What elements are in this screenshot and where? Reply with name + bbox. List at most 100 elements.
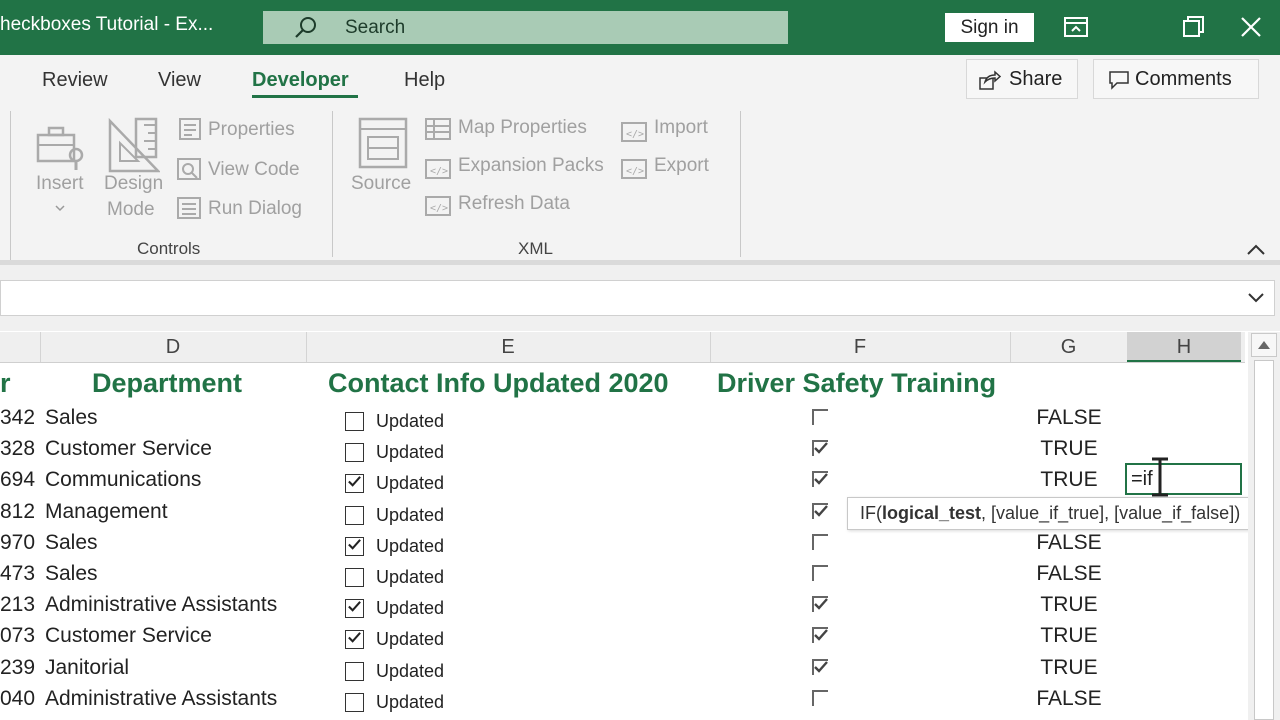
row-3-department[interactable]: Communications	[45, 468, 201, 492]
row-8-number[interactable]: 073	[0, 624, 35, 648]
row-4-number[interactable]: 812	[0, 500, 35, 524]
import-button[interactable]: Import	[654, 117, 708, 139]
contact-updated-label[interactable]: Updated	[376, 598, 444, 619]
header-contact-info[interactable]: Contact Info Updated 2020	[328, 368, 669, 399]
contact-updated-checkbox[interactable]	[345, 568, 364, 587]
row-10-number[interactable]: 040	[0, 687, 35, 711]
row-10-department[interactable]: Administrative Assistants	[45, 687, 277, 711]
row-7-result[interactable]: TRUE	[994, 593, 1144, 617]
map-properties-button[interactable]: Map Properties	[458, 117, 587, 139]
tab-view[interactable]: View	[158, 69, 201, 92]
comments-button[interactable]: Comments	[1093, 59, 1259, 99]
contact-updated-checkbox[interactable]	[345, 443, 364, 463]
contact-updated-label[interactable]: Updated	[376, 536, 444, 557]
close-icon[interactable]	[1238, 14, 1264, 40]
refresh-data-button[interactable]: Refresh Data	[458, 193, 570, 215]
contact-updated-checkbox[interactable]	[345, 692, 364, 712]
collapse-ribbon-icon[interactable]	[1245, 243, 1267, 257]
row-8-department[interactable]: Customer Service	[45, 624, 212, 648]
contact-updated-checkbox[interactable]	[345, 630, 364, 650]
column-header-g[interactable]: G	[1010, 336, 1127, 359]
design-mode-icon[interactable]	[108, 117, 160, 173]
row-4-department[interactable]: Management	[45, 500, 168, 524]
row-5-number[interactable]: 970	[0, 531, 35, 555]
row-6-number[interactable]: 473	[0, 562, 35, 586]
row-7-department[interactable]: Administrative Assistants	[45, 593, 277, 617]
tab-developer[interactable]: Developer	[252, 69, 349, 92]
contact-updated-checkbox[interactable]	[345, 536, 364, 556]
contact-updated-label[interactable]: Updated	[376, 473, 444, 494]
row-2-number[interactable]: 328	[0, 437, 35, 461]
contact-updated-label[interactable]: Updated	[376, 629, 444, 650]
column-header-e[interactable]: E	[306, 336, 710, 359]
tab-help[interactable]: Help	[404, 69, 445, 92]
expand-formula-bar-icon[interactable]	[1246, 291, 1266, 305]
row-9-result[interactable]: TRUE	[994, 656, 1144, 680]
row-2-result[interactable]: TRUE	[994, 437, 1144, 461]
contact-updated-checkbox[interactable]	[345, 661, 364, 681]
design-label-1[interactable]: Design	[104, 173, 163, 195]
contact-updated-label[interactable]: Updated	[376, 567, 444, 588]
formula-input[interactable]	[0, 280, 1275, 316]
row-6-department[interactable]: Sales	[45, 562, 98, 586]
run-dialog-button[interactable]: Run Dialog	[208, 198, 302, 220]
source-label[interactable]: Source	[351, 173, 411, 195]
properties-button[interactable]: Properties	[208, 119, 295, 141]
contact-updated-checkbox[interactable]	[345, 412, 364, 431]
contact-updated-label[interactable]: Updated	[376, 661, 444, 682]
contact-updated-label[interactable]: Updated	[376, 442, 444, 463]
expansion-packs-button[interactable]: Expansion Packs	[458, 155, 604, 177]
contact-updated-label[interactable]: Updated	[376, 411, 444, 432]
source-icon[interactable]	[358, 117, 408, 169]
header-department[interactable]: Department	[92, 368, 242, 399]
column-header-h[interactable]: H	[1127, 336, 1241, 359]
contact-updated-checkbox[interactable]	[345, 474, 364, 494]
driver-safety-checkbox[interactable]	[812, 596, 828, 613]
row-1-department[interactable]: Sales	[45, 406, 98, 430]
row-9-number[interactable]: 239	[0, 656, 35, 680]
driver-safety-checkbox[interactable]	[812, 502, 828, 519]
column-header-d[interactable]: D	[40, 336, 306, 359]
export-button[interactable]: Export	[654, 155, 709, 177]
row-7-number[interactable]: 213	[0, 593, 35, 617]
row-8-result[interactable]: TRUE	[994, 624, 1144, 648]
active-cell-h4[interactable]: =if	[1125, 463, 1242, 495]
driver-safety-checkbox[interactable]	[812, 471, 828, 488]
restore-icon[interactable]	[1180, 14, 1206, 40]
insert-dropdown-icon[interactable]	[54, 203, 66, 213]
contact-updated-checkbox[interactable]	[345, 599, 364, 619]
row-5-result[interactable]: FALSE	[994, 531, 1144, 555]
row-3-result[interactable]: TRUE	[994, 468, 1144, 492]
sign-in-button[interactable]: Sign in	[945, 13, 1034, 42]
share-button[interactable]: Share	[966, 59, 1078, 99]
column-header-f[interactable]: F	[710, 336, 1010, 359]
contact-updated-checkbox[interactable]	[345, 505, 364, 525]
driver-safety-checkbox[interactable]	[812, 409, 828, 425]
driver-safety-checkbox[interactable]	[812, 658, 828, 675]
tab-review[interactable]: Review	[42, 69, 108, 92]
search-box[interactable]: Search	[263, 11, 788, 44]
driver-safety-checkbox[interactable]	[812, 533, 828, 550]
scroll-up-button[interactable]	[1251, 333, 1277, 357]
row-9-department[interactable]: Janitorial	[45, 656, 129, 680]
header-cell-partial[interactable]: r	[0, 368, 11, 399]
driver-safety-checkbox[interactable]	[812, 440, 828, 457]
row-1-result[interactable]: FALSE	[994, 406, 1144, 430]
row-10-result[interactable]: FALSE	[994, 687, 1144, 711]
scroll-thumb[interactable]	[1254, 360, 1274, 720]
header-driver-safety[interactable]: Driver Safety Training	[717, 368, 996, 399]
tooltip-logical-test[interactable]: logical_test	[882, 503, 981, 523]
toolbox-icon[interactable]	[36, 123, 88, 171]
contact-updated-label[interactable]: Updated	[376, 692, 444, 713]
design-label-2[interactable]: Mode	[107, 199, 155, 221]
row-5-department[interactable]: Sales	[45, 531, 98, 555]
driver-safety-checkbox[interactable]	[812, 627, 828, 644]
row-3-number[interactable]: 694	[0, 468, 35, 492]
contact-updated-label[interactable]: Updated	[376, 505, 444, 526]
ribbon-display-options-icon[interactable]	[1063, 14, 1089, 40]
view-code-button[interactable]: View Code	[208, 159, 300, 181]
row-2-department[interactable]: Customer Service	[45, 437, 212, 461]
row-1-number[interactable]: 342	[0, 406, 35, 430]
driver-safety-checkbox[interactable]	[812, 689, 828, 706]
insert-label[interactable]: Insert	[36, 173, 84, 195]
